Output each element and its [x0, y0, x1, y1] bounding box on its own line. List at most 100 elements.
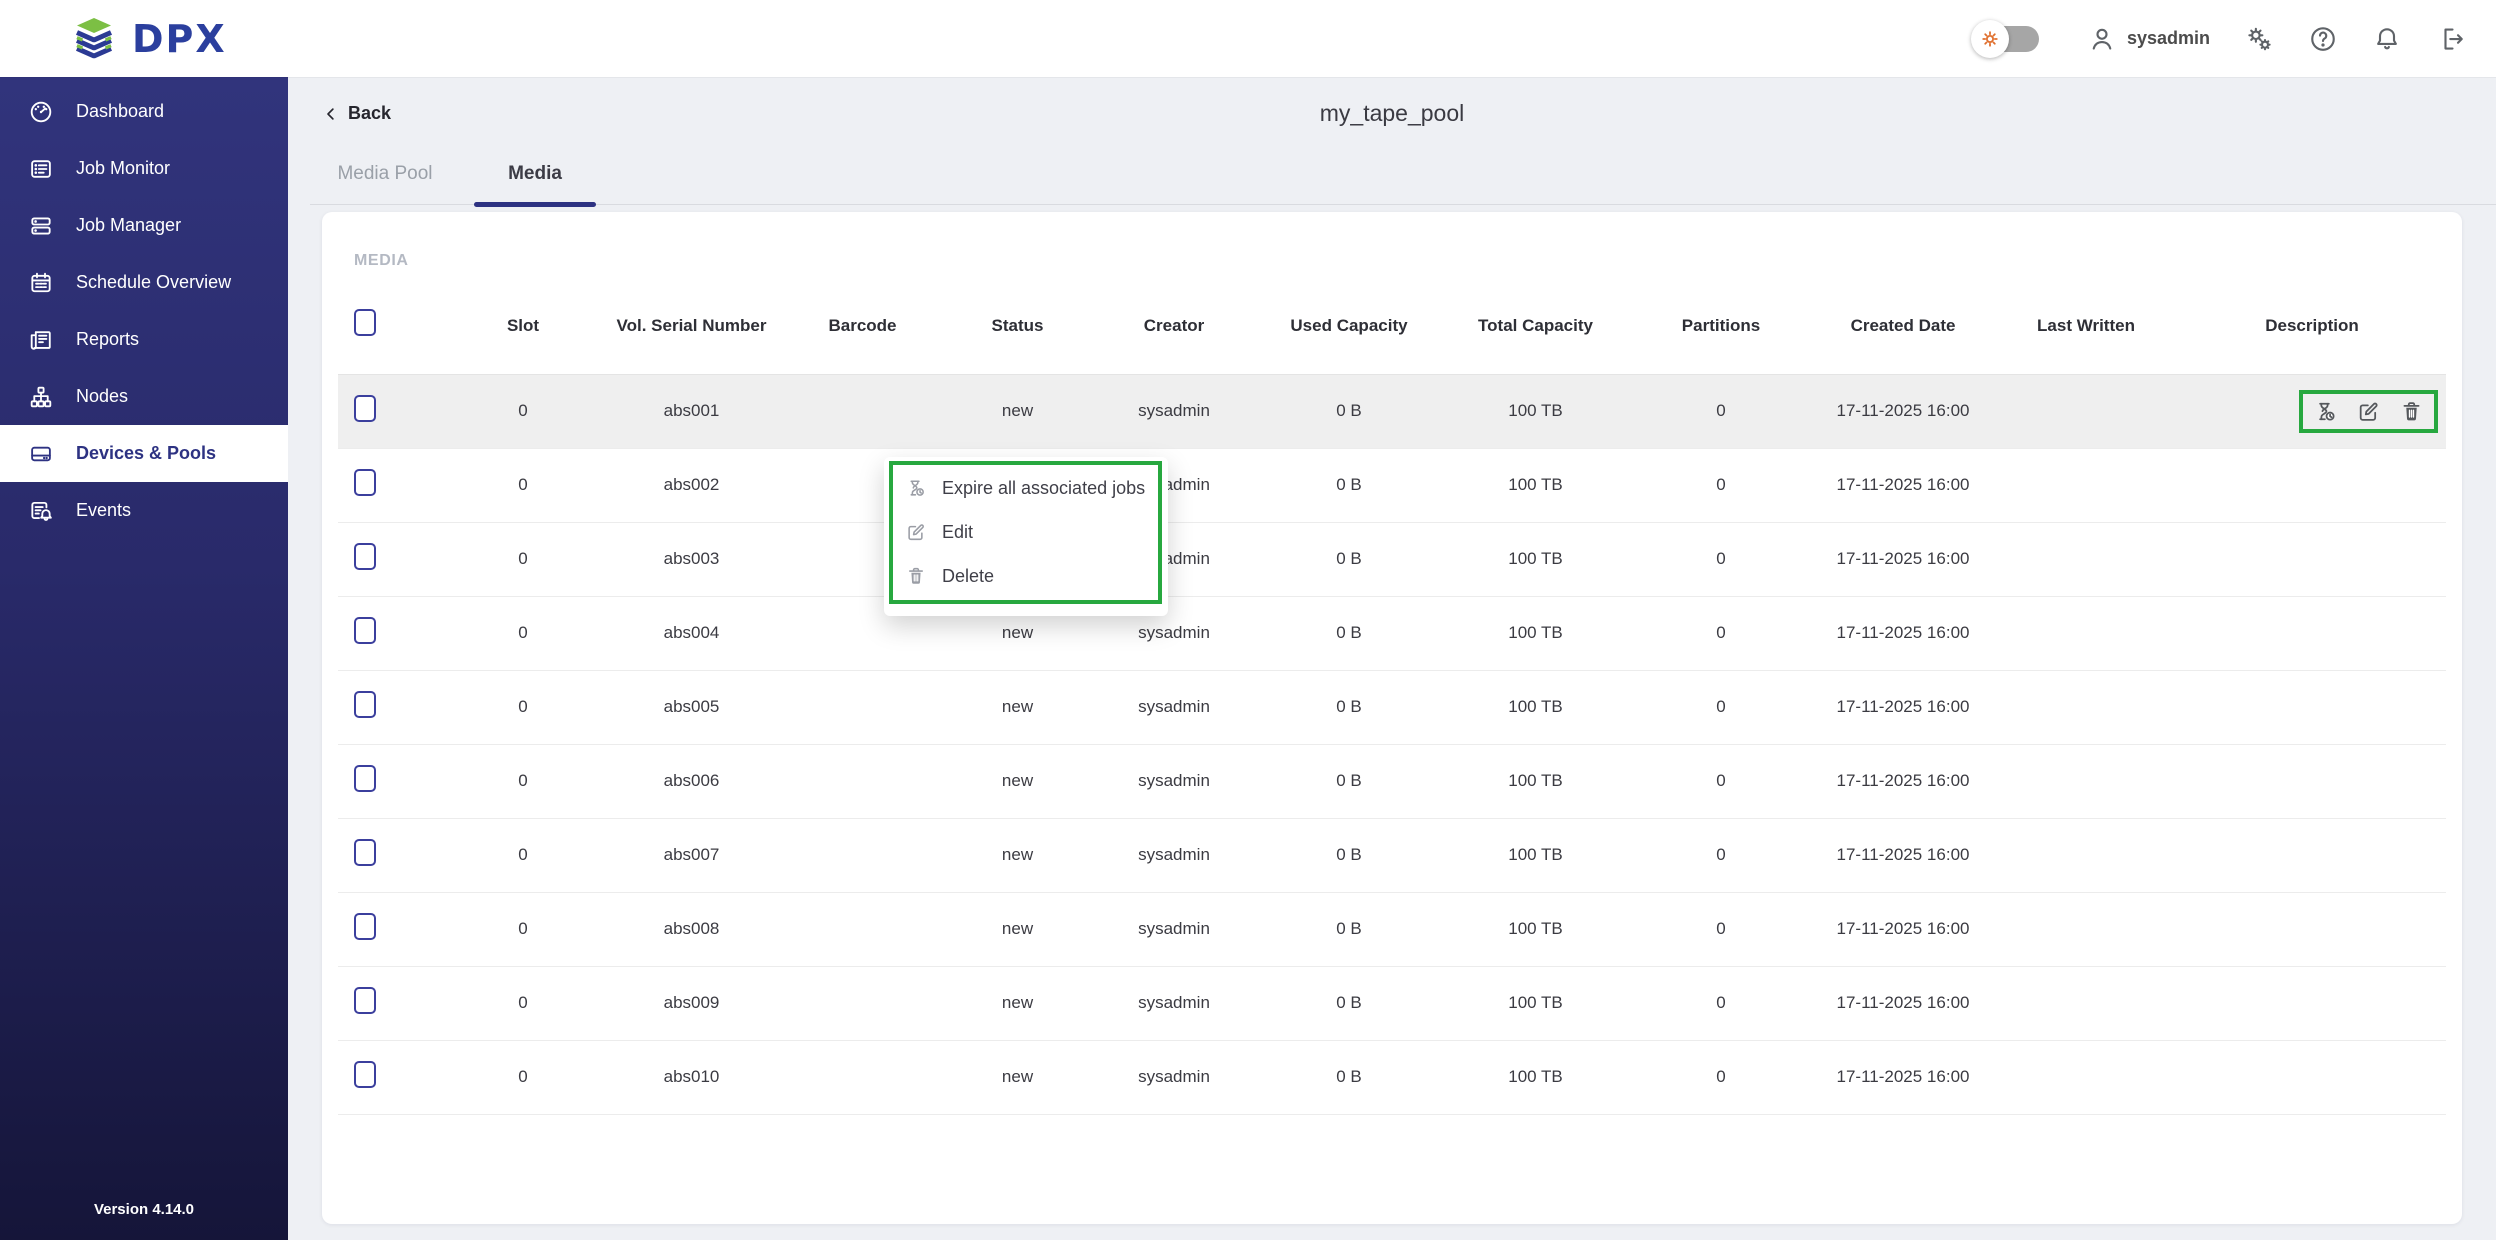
cell-creator: sysadmin — [1091, 770, 1257, 793]
table-row[interactable]: 0abs004newsysadmin0 B100 TB017-11-2025 1… — [338, 597, 2446, 671]
row-checkbox[interactable] — [354, 691, 376, 718]
column-header-status[interactable]: Status — [944, 315, 1091, 338]
row-checkbox[interactable] — [354, 765, 376, 792]
settings-gears-icon[interactable] — [2244, 24, 2274, 54]
cell-slot: 0 — [444, 770, 602, 793]
menu-item-expire[interactable]: Expire all associated jobs — [884, 466, 1168, 510]
sidebar-item-dashboard[interactable]: Dashboard — [0, 83, 288, 140]
cell-vol-serial: abs009 — [602, 992, 781, 1015]
cell-created-date: 17-11-2025 16:00 — [1812, 992, 1994, 1015]
cell-used-capacity: 0 B — [1257, 400, 1441, 423]
cell-slot: 0 — [444, 1066, 602, 1089]
cell-slot: 0 — [444, 918, 602, 941]
table-row[interactable]: 0abs010newsysadmin0 B100 TB017-11-2025 1… — [338, 1041, 2446, 1115]
notifications-bell-icon[interactable] — [2372, 24, 2402, 54]
cell-vol-serial: abs007 — [602, 844, 781, 867]
cell-status: new — [944, 770, 1091, 793]
row-checkbox[interactable] — [354, 395, 376, 422]
sidebar-item-job-manager[interactable]: Job Manager — [0, 197, 288, 254]
cell-creator: sysadmin — [1091, 918, 1257, 941]
column-header-last-written[interactable]: Last Written — [1994, 315, 2178, 338]
delete-action-icon[interactable] — [2399, 399, 2424, 424]
table-row[interactable]: 0abs002newsysadmin0 B100 TB017-11-2025 1… — [338, 449, 2446, 523]
cell-created-date: 17-11-2025 16:00 — [1812, 844, 1994, 867]
column-header-description[interactable]: Description — [2178, 315, 2446, 338]
chevron-left-icon — [322, 105, 340, 123]
tab-media[interactable]: Media — [460, 150, 610, 204]
row-checkbox[interactable] — [354, 839, 376, 866]
theme-toggle-knob[interactable] — [1971, 20, 2009, 58]
cell-vol-serial: abs006 — [602, 770, 781, 793]
sidebar-item-label: Schedule Overview — [76, 272, 231, 293]
row-actions-highlight — [2299, 390, 2438, 433]
sidebar-item-label: Nodes — [76, 386, 128, 407]
cell-partitions: 0 — [1630, 918, 1812, 941]
cell-used-capacity: 0 B — [1257, 918, 1441, 941]
column-header-barcode[interactable]: Barcode — [781, 315, 944, 338]
column-header-vol-serial-number[interactable]: Vol. Serial Number — [602, 315, 781, 338]
table-row[interactable]: 0abs008newsysadmin0 B100 TB017-11-2025 1… — [338, 893, 2446, 967]
cell-status: new — [944, 918, 1091, 941]
username: sysadmin — [2127, 28, 2210, 49]
tabs: Media PoolMedia — [310, 150, 2496, 205]
cell-partitions: 0 — [1630, 992, 1812, 1015]
row-checkbox[interactable] — [354, 987, 376, 1014]
delete-icon — [905, 565, 927, 587]
table-row[interactable]: 0abs005newsysadmin0 B100 TB017-11-2025 1… — [338, 671, 2446, 745]
table-row[interactable]: 0abs003newsysadmin0 B100 TB017-11-2025 1… — [338, 523, 2446, 597]
sidebar-item-nodes[interactable]: Nodes — [0, 368, 288, 425]
row-checkbox[interactable] — [354, 543, 376, 570]
dpx-logo-icon — [70, 15, 118, 63]
sidebar-item-reports[interactable]: Reports — [0, 311, 288, 368]
cell-total-capacity: 100 TB — [1441, 1066, 1630, 1089]
tab-media-pool[interactable]: Media Pool — [310, 150, 460, 204]
cell-total-capacity: 100 TB — [1441, 696, 1630, 719]
select-all-checkbox[interactable] — [354, 309, 376, 336]
cell-total-capacity: 100 TB — [1441, 622, 1630, 645]
theme-toggle[interactable] — [1983, 26, 2039, 52]
sidebar-item-schedule-overview[interactable]: Schedule Overview — [0, 254, 288, 311]
cell-creator: sysadmin — [1091, 400, 1257, 423]
logout-icon[interactable] — [2436, 24, 2466, 54]
column-header-partitions[interactable]: Partitions — [1630, 315, 1812, 338]
cell-partitions: 0 — [1630, 400, 1812, 423]
cell-created-date: 17-11-2025 16:00 — [1812, 770, 1994, 793]
row-checkbox[interactable] — [354, 913, 376, 940]
help-icon[interactable] — [2308, 24, 2338, 54]
sidebar-item-job-monitor[interactable]: Job Monitor — [0, 140, 288, 197]
column-header-creator[interactable]: Creator — [1091, 315, 1257, 338]
cell-vol-serial: abs008 — [602, 918, 781, 941]
column-header-total-capacity[interactable]: Total Capacity — [1441, 315, 1630, 338]
server-icon — [28, 441, 54, 467]
table-row[interactable]: 0abs001newsysadmin0 B100 TB017-11-2025 1… — [338, 375, 2446, 449]
cell-used-capacity: 0 B — [1257, 548, 1441, 571]
expire-action-icon[interactable] — [2313, 399, 2338, 424]
menu-item-delete[interactable]: Delete — [884, 554, 1168, 598]
cell-used-capacity: 0 B — [1257, 844, 1441, 867]
cell-status: new — [944, 622, 1091, 645]
column-header-created-date[interactable]: Created Date — [1812, 315, 1994, 338]
row-checkbox[interactable] — [354, 469, 376, 496]
app-logo-text: DPX — [132, 17, 227, 61]
sidebar-item-events[interactable]: Events — [0, 482, 288, 539]
table-row[interactable]: 0abs007newsysadmin0 B100 TB017-11-2025 1… — [338, 819, 2446, 893]
menu-item-edit[interactable]: Edit — [884, 510, 1168, 554]
table-row[interactable]: 0abs009newsysadmin0 B100 TB017-11-2025 1… — [338, 967, 2446, 1041]
row-select-cell — [338, 765, 444, 799]
row-checkbox[interactable] — [354, 617, 376, 644]
edit-action-icon[interactable] — [2356, 399, 2381, 424]
column-header-used-capacity[interactable]: Used Capacity — [1257, 315, 1441, 338]
cell-total-capacity: 100 TB — [1441, 400, 1630, 423]
table-row[interactable]: 0abs006newsysadmin0 B100 TB017-11-2025 1… — [338, 745, 2446, 819]
nodes-icon — [28, 384, 54, 410]
list-icon — [28, 156, 54, 182]
sidebar-item-devices-pools[interactable]: Devices & Pools — [0, 425, 288, 482]
context-menu: Expire all associated jobs Edit Delete — [884, 457, 1168, 616]
column-header-slot[interactable]: Slot — [444, 315, 602, 338]
app-version: Version 4.14.0 — [0, 1201, 288, 1218]
cell-creator: sysadmin — [1091, 844, 1257, 867]
media-table: SlotVol. Serial NumberBarcodeStatusCreat… — [338, 278, 2446, 1115]
row-checkbox[interactable] — [354, 1061, 376, 1088]
back-button[interactable]: Back — [322, 103, 391, 124]
user-menu[interactable]: sysadmin — [2087, 24, 2210, 54]
